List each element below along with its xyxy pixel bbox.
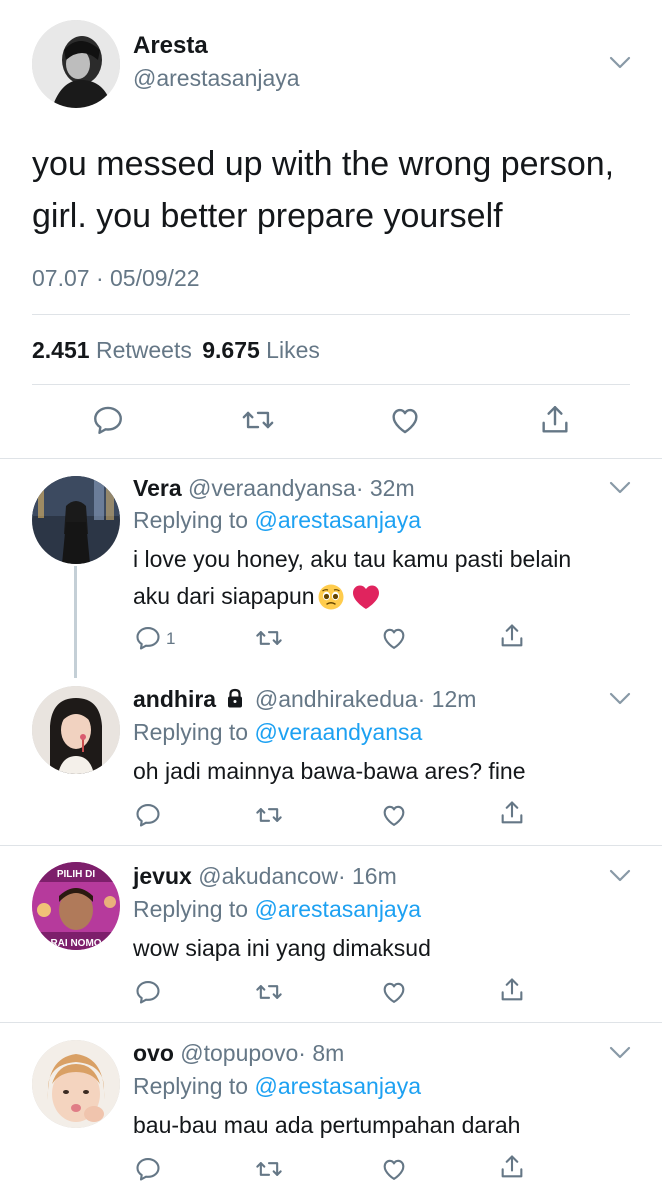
reply-time[interactable]: · 12m — [418, 686, 477, 712]
reply-author-name[interactable]: Vera — [133, 475, 182, 501]
replying-to: Replying to @veraandyansa — [133, 719, 422, 746]
reply-text-line: wow siapa ini yang dimaksud — [133, 935, 431, 961]
avatar-vera[interactable] — [32, 476, 120, 564]
red-heart-emoji — [351, 583, 381, 611]
avatar-ovo[interactable] — [32, 1040, 120, 1128]
retweets-count[interactable]: 2.451 — [32, 337, 90, 363]
divider — [32, 384, 630, 385]
reply-text-line: bau-bau mau ada pertumpahan darah — [133, 1112, 521, 1138]
reply-text: bau-bau mau ada pertumpahan darah — [133, 1107, 633, 1144]
likes-count[interactable]: 9.675 — [202, 337, 260, 363]
lock-icon — [224, 687, 246, 709]
tweet-text-line: you messed up with the wrong person, — [32, 145, 615, 183]
divider — [0, 1022, 662, 1023]
reply-icon[interactable] — [134, 1155, 162, 1183]
reply-author-name[interactable]: jevux — [133, 863, 192, 889]
reply-header: andhira @andhirakedua· 12m — [133, 686, 476, 713]
reply-author-handle[interactable]: @topupovo — [180, 1040, 298, 1066]
replying-to-label: Replying to — [133, 896, 249, 922]
avatar-text: PILIH DI — [57, 869, 96, 880]
reply-icon[interactable] — [134, 801, 162, 829]
pleading-face-emoji — [317, 583, 345, 611]
avatar-text: RAI NOMO — [50, 938, 101, 949]
like-icon[interactable] — [388, 403, 422, 437]
avatar-aresta[interactable] — [32, 20, 120, 108]
replying-to-link[interactable]: @arestasanjaya — [254, 896, 421, 922]
replying-to: Replying to @arestasanjaya — [133, 1073, 421, 1100]
thread-line — [74, 566, 77, 678]
reply-time[interactable]: · 16m — [338, 863, 397, 889]
avatar-jevux[interactable]: PILIH DI RAI NOMO — [32, 862, 120, 950]
reply-author-handle[interactable]: @akudancow — [198, 863, 338, 889]
retweet-icon[interactable] — [241, 403, 275, 437]
chevron-down-icon[interactable] — [609, 869, 631, 883]
reply-header: jevux @akudancow· 16m — [133, 863, 397, 890]
chevron-down-icon[interactable] — [609, 481, 631, 495]
replying-to-link[interactable]: @arestasanjaya — [254, 1073, 421, 1099]
reply-time[interactable]: · 32m — [356, 475, 415, 501]
reply-count[interactable]: 1 — [166, 629, 175, 649]
reply-icon[interactable] — [91, 403, 125, 437]
tweet-text-line: girl. you better prepare yourself — [32, 197, 503, 235]
retweet-icon[interactable] — [255, 1155, 283, 1183]
reply-time[interactable]: · 8m — [298, 1040, 344, 1066]
share-icon[interactable] — [498, 799, 526, 827]
tweet-stats: 2.451 Retweets 9.675 Likes — [32, 337, 320, 364]
replying-to-label: Replying to — [133, 507, 249, 533]
reply-author-handle[interactable]: @andhirakedua — [255, 686, 418, 712]
author-name[interactable]: Aresta — [133, 32, 208, 60]
tweet-timestamp[interactable]: 07.07 · 05/09/22 — [32, 265, 200, 292]
divider — [0, 845, 662, 846]
reply-text: i love you honey, aku tau kamu pasti bel… — [133, 541, 633, 615]
reply-text-line: aku dari siapapun — [133, 578, 633, 615]
share-icon[interactable] — [538, 403, 572, 437]
share-icon[interactable] — [498, 622, 526, 650]
replying-to: Replying to @arestasanjaya — [133, 507, 421, 534]
chevron-down-icon[interactable] — [609, 56, 631, 70]
like-icon[interactable] — [380, 801, 408, 829]
reply-author-handle[interactable]: @veraandyansa — [188, 475, 356, 501]
like-icon[interactable] — [380, 624, 408, 652]
chevron-down-icon[interactable] — [609, 692, 631, 706]
reply-icon[interactable] — [134, 624, 162, 652]
retweet-icon[interactable] — [255, 978, 283, 1006]
replying-to-link[interactable]: @arestasanjaya — [254, 507, 421, 533]
reply-author-name[interactable]: ovo — [133, 1040, 174, 1066]
reply-icon[interactable] — [134, 978, 162, 1006]
retweet-icon[interactable] — [255, 801, 283, 829]
divider — [0, 458, 662, 459]
avatar-andhira[interactable] — [32, 686, 120, 774]
reply-text-line: oh jadi mainnya bawa-bawa ares? fine — [133, 758, 526, 784]
retweet-icon[interactable] — [255, 624, 283, 652]
replying-to-label: Replying to — [133, 1073, 249, 1099]
replying-to-link[interactable]: @veraandyansa — [254, 719, 422, 745]
retweets-label[interactable]: Retweets — [96, 337, 192, 363]
reply-header: ovo @topupovo· 8m — [133, 1040, 344, 1067]
reply-text: wow siapa ini yang dimaksud — [133, 930, 633, 967]
like-icon[interactable] — [380, 978, 408, 1006]
share-icon[interactable] — [498, 1153, 526, 1181]
share-icon[interactable] — [498, 976, 526, 1004]
reply-text-line: i love you honey, aku tau kamu pasti bel… — [133, 546, 572, 572]
divider — [32, 314, 630, 315]
reply-text-fragment: aku dari siapapun — [133, 583, 315, 609]
reply-author-name[interactable]: andhira — [133, 686, 216, 712]
reply-text: oh jadi mainnya bawa-bawa ares? fine — [133, 753, 633, 790]
replying-to: Replying to @arestasanjaya — [133, 896, 421, 923]
reply-header: Vera @veraandyansa· 32m — [133, 475, 415, 502]
chevron-down-icon[interactable] — [609, 1046, 631, 1060]
likes-label[interactable]: Likes — [266, 337, 320, 363]
replying-to-label: Replying to — [133, 719, 249, 745]
like-icon[interactable] — [380, 1155, 408, 1183]
tweet-text: you messed up with the wrong person, gir… — [32, 138, 642, 242]
author-handle[interactable]: @arestasanjaya — [133, 65, 300, 92]
